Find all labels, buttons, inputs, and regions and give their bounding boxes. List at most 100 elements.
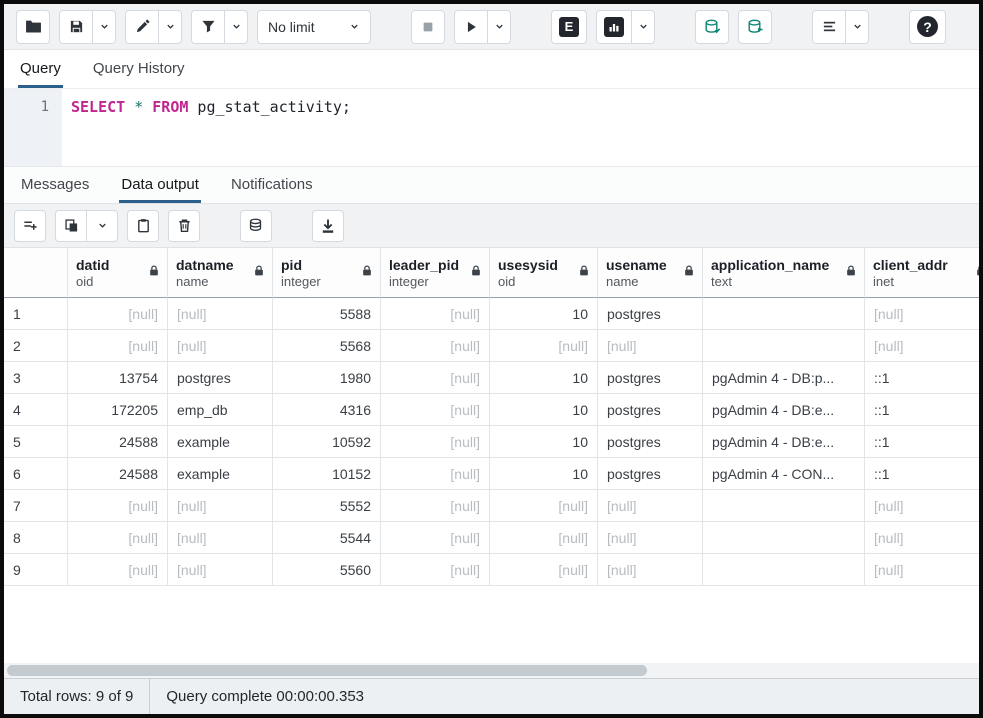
copy-button[interactable] <box>55 210 87 242</box>
save-dropdown-button[interactable] <box>92 10 116 44</box>
row-number-cell[interactable]: 6 <box>4 458 68 490</box>
column-header-client_addr[interactable]: client_addrinet <box>865 248 979 298</box>
sql-editor[interactable]: 1 SELECT * FROM pg_stat_activity; <box>4 88 979 166</box>
cell-client_addr[interactable]: [null] <box>865 554 979 586</box>
cell-usesysid[interactable]: [null] <box>490 554 598 586</box>
cell-application_name[interactable] <box>703 490 865 522</box>
row-number-cell[interactable]: 4 <box>4 394 68 426</box>
cell-leader_pid[interactable]: [null] <box>381 458 490 490</box>
cell-client_addr[interactable]: ::1 <box>865 426 979 458</box>
cell-pid[interactable]: 10152 <box>273 458 381 490</box>
column-header-pid[interactable]: pidinteger <box>273 248 381 298</box>
macros-button[interactable] <box>812 10 846 44</box>
column-header-usename[interactable]: usenamename <box>598 248 703 298</box>
cell-datname[interactable]: [null] <box>168 490 273 522</box>
cell-pid[interactable]: 1980 <box>273 362 381 394</box>
edit-dropdown-button[interactable] <box>158 10 182 44</box>
cell-pid[interactable]: 5552 <box>273 490 381 522</box>
cell-usename[interactable]: [null] <box>598 330 703 362</box>
cell-datname[interactable]: [null] <box>168 330 273 362</box>
cell-datid[interactable]: [null] <box>68 330 168 362</box>
tab-query-history[interactable]: Query History <box>91 50 187 88</box>
stop-button[interactable] <box>411 10 445 44</box>
cell-datid[interactable]: 13754 <box>68 362 168 394</box>
scrollbar-thumb[interactable] <box>7 665 647 676</box>
cell-client_addr[interactable]: [null] <box>865 298 979 330</box>
commit-button[interactable] <box>695 10 729 44</box>
cell-pid[interactable]: 10592 <box>273 426 381 458</box>
save-button[interactable] <box>59 10 93 44</box>
cell-pid[interactable]: 5544 <box>273 522 381 554</box>
cell-leader_pid[interactable]: [null] <box>381 394 490 426</box>
cell-datname[interactable]: example <box>168 426 273 458</box>
help-button[interactable]: ? <box>909 10 946 44</box>
cell-client_addr[interactable]: ::1 <box>865 458 979 490</box>
cell-usename[interactable]: [null] <box>598 522 703 554</box>
row-number-cell[interactable]: 8 <box>4 522 68 554</box>
execute-button[interactable] <box>454 10 488 44</box>
cell-usesysid[interactable]: [null] <box>490 490 598 522</box>
column-header-datname[interactable]: datnamename <box>168 248 273 298</box>
cell-application_name[interactable] <box>703 298 865 330</box>
cell-application_name[interactable]: pgAdmin 4 - DB:e... <box>703 426 865 458</box>
horizontal-scrollbar[interactable] <box>4 663 979 678</box>
column-header-application_name[interactable]: application_nametext <box>703 248 865 298</box>
cell-client_addr[interactable]: [null] <box>865 330 979 362</box>
column-header-datid[interactable]: datidoid <box>68 248 168 298</box>
cell-usesysid[interactable]: [null] <box>490 330 598 362</box>
cell-datname[interactable]: postgres <box>168 362 273 394</box>
cell-leader_pid[interactable]: [null] <box>381 330 490 362</box>
open-file-button[interactable] <box>16 10 50 44</box>
cell-usename[interactable]: postgres <box>598 298 703 330</box>
cell-usesysid[interactable]: 10 <box>490 362 598 394</box>
cell-application_name[interactable]: pgAdmin 4 - CON... <box>703 458 865 490</box>
cell-datid[interactable]: [null] <box>68 554 168 586</box>
cell-datname[interactable]: emp_db <box>168 394 273 426</box>
cell-usesysid[interactable]: [null] <box>490 522 598 554</box>
cell-datid[interactable]: 24588 <box>68 458 168 490</box>
row-number-header[interactable] <box>4 248 68 298</box>
column-header-leader_pid[interactable]: leader_pidinteger <box>381 248 490 298</box>
cell-leader_pid[interactable]: [null] <box>381 522 490 554</box>
add-row-button[interactable] <box>14 210 46 242</box>
cell-application_name[interactable]: pgAdmin 4 - DB:p... <box>703 362 865 394</box>
cell-application_name[interactable] <box>703 330 865 362</box>
cell-leader_pid[interactable]: [null] <box>381 490 490 522</box>
execute-dropdown-button[interactable] <box>487 10 511 44</box>
cell-leader_pid[interactable]: [null] <box>381 298 490 330</box>
cell-pid[interactable]: 4316 <box>273 394 381 426</box>
row-limit-select[interactable]: No limit <box>257 10 371 44</box>
edit-button[interactable] <box>125 10 159 44</box>
cell-pid[interactable]: 5588 <box>273 298 381 330</box>
paste-button[interactable] <box>127 210 159 242</box>
sql-code-line[interactable]: SELECT * FROM pg_stat_activity; <box>62 89 351 166</box>
cell-datid[interactable]: 24588 <box>68 426 168 458</box>
cell-usename[interactable]: postgres <box>598 394 703 426</box>
cell-usesysid[interactable]: 10 <box>490 394 598 426</box>
cell-datid[interactable]: [null] <box>68 522 168 554</box>
cell-usesysid[interactable]: 10 <box>490 458 598 490</box>
cell-datname[interactable]: example <box>168 458 273 490</box>
cell-application_name[interactable]: pgAdmin 4 - DB:e... <box>703 394 865 426</box>
delete-button[interactable] <box>168 210 200 242</box>
cell-usesysid[interactable]: 10 <box>490 298 598 330</box>
cell-datname[interactable]: [null] <box>168 298 273 330</box>
cell-client_addr[interactable]: [null] <box>865 522 979 554</box>
cell-datname[interactable]: [null] <box>168 554 273 586</box>
explain-button[interactable]: E <box>551 10 587 44</box>
explain-dropdown-button[interactable] <box>631 10 655 44</box>
cell-usename[interactable]: postgres <box>598 362 703 394</box>
download-results-button[interactable] <box>312 210 344 242</box>
save-data-changes-button[interactable] <box>240 210 272 242</box>
row-number-cell[interactable]: 7 <box>4 490 68 522</box>
row-number-cell[interactable]: 9 <box>4 554 68 586</box>
cell-leader_pid[interactable]: [null] <box>381 362 490 394</box>
cell-datname[interactable]: [null] <box>168 522 273 554</box>
cell-datid[interactable]: [null] <box>68 490 168 522</box>
tab-query[interactable]: Query <box>18 50 63 88</box>
cell-datid[interactable]: [null] <box>68 298 168 330</box>
rollback-button[interactable] <box>738 10 772 44</box>
tab-messages[interactable]: Messages <box>19 167 91 203</box>
row-number-cell[interactable]: 5 <box>4 426 68 458</box>
row-number-cell[interactable]: 3 <box>4 362 68 394</box>
